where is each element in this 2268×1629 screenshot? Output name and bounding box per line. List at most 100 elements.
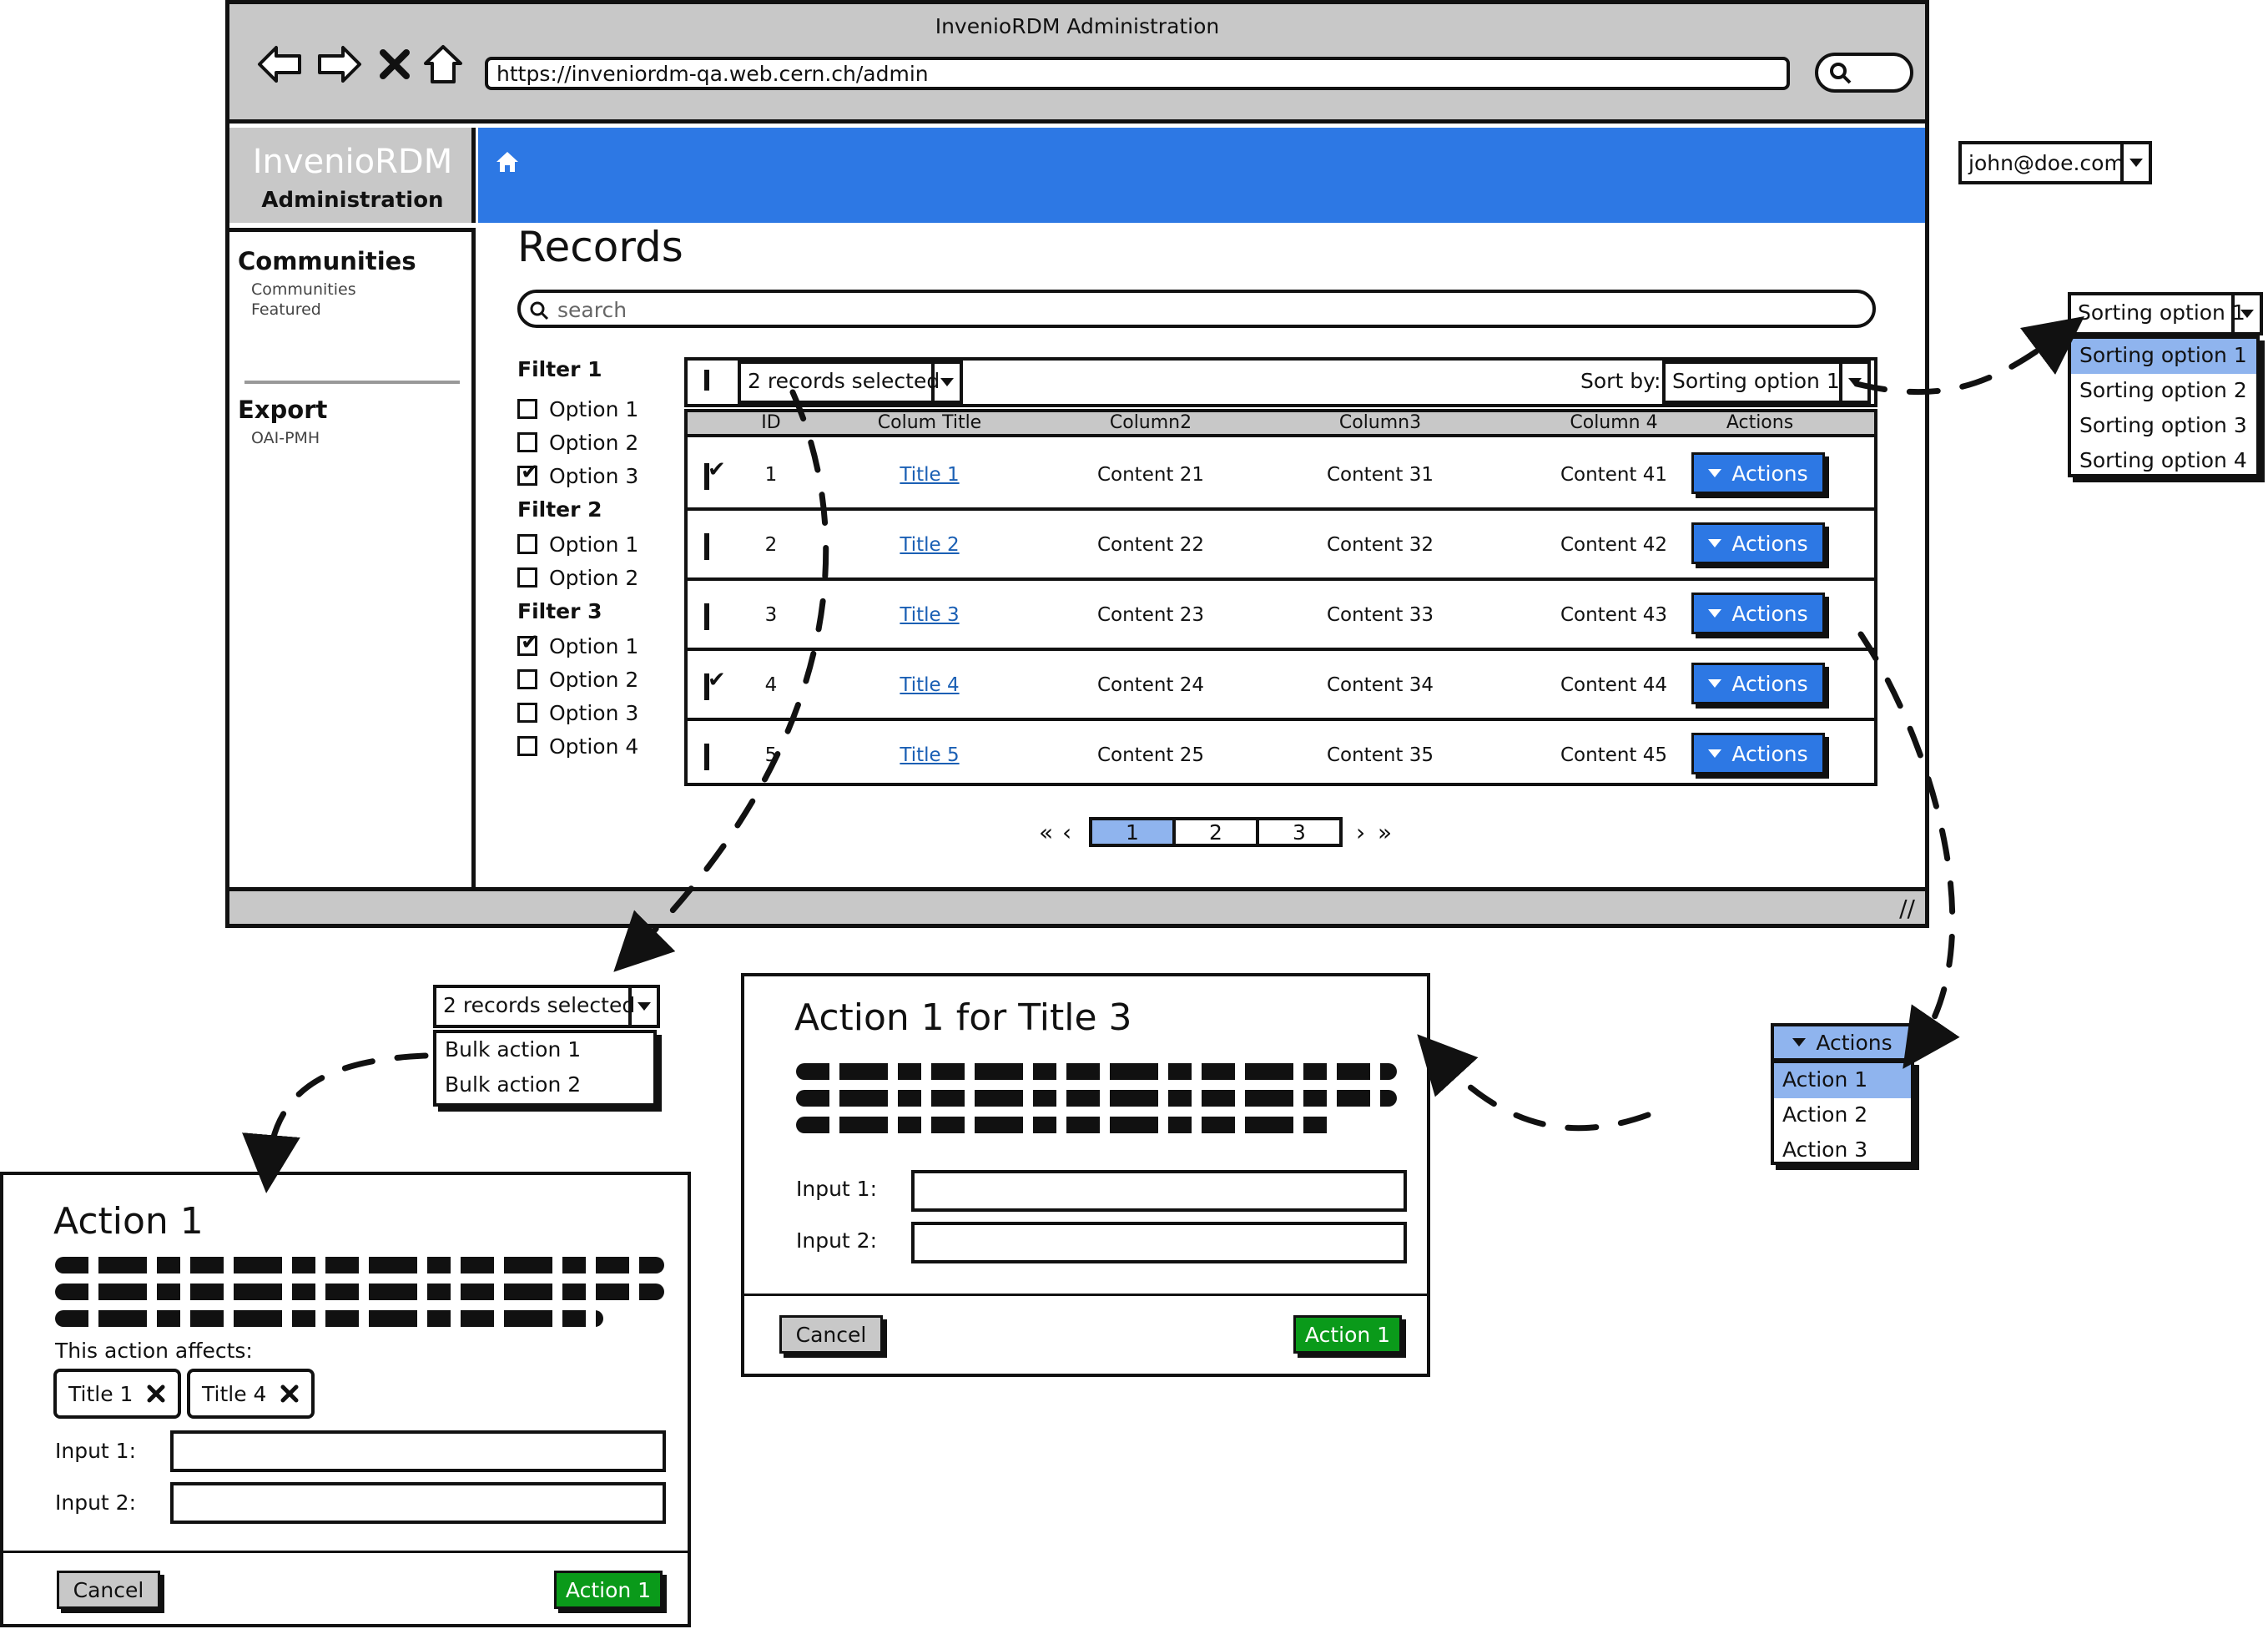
menu-item[interactable]: Sorting option 2	[2071, 374, 2256, 409]
checkbox[interactable]	[517, 534, 537, 554]
column-header[interactable]: ID	[738, 412, 804, 433]
filter-option[interactable]: Option 3	[517, 459, 676, 492]
address-bar[interactable]: https://inveniordm-qa.web.cern.ch/admin	[485, 57, 1790, 90]
remove-icon[interactable]	[146, 1384, 166, 1404]
filter-option[interactable]: Option 2	[517, 426, 676, 459]
column-header[interactable]: Column2	[1055, 412, 1247, 433]
bulk-selection-label: 2 records selected	[748, 369, 940, 393]
checkbox[interactable]	[517, 669, 537, 689]
menu-item[interactable]: Bulk action 1	[436, 1033, 653, 1068]
filter-option[interactable]: Option 2	[517, 561, 676, 594]
input-2-field[interactable]	[911, 1222, 1407, 1263]
row-cell: Content 22	[1096, 534, 1205, 556]
caret-down-icon	[1708, 469, 1722, 477]
pagination: « ‹ 1 2 3 › »	[1039, 815, 1401, 849]
bulk-selection-dropdown[interactable]: 2 records selected	[738, 361, 963, 404]
cancel-button[interactable]: Cancel	[57, 1571, 160, 1609]
sidebar-item-communities[interactable]: Communities	[251, 280, 356, 299]
bulk-dropdown-open[interactable]: 2 records selected	[433, 985, 660, 1028]
home-icon[interactable]	[420, 41, 466, 88]
bulk-selection-label: 2 records selected	[443, 993, 636, 1017]
browser-titlebar: InvenioRDM Administration https://inveni…	[229, 4, 1925, 124]
page-button[interactable]: 3	[1256, 817, 1343, 847]
close-icon[interactable]	[376, 41, 413, 88]
actions-dropdown-open[interactable]: Actions	[1771, 1023, 1914, 1062]
cancel-button[interactable]: Cancel	[779, 1315, 883, 1354]
row-cell: Content 45	[1560, 744, 1668, 766]
input-1-field[interactable]	[911, 1170, 1407, 1212]
column-header[interactable]: Column3	[1272, 412, 1489, 433]
menu-item[interactable]: Bulk action 2	[436, 1068, 653, 1103]
menu-item[interactable]: Sorting option 3	[2071, 409, 2256, 444]
prev-page-button[interactable]: ‹	[1062, 819, 1087, 846]
checkbox-checked[interactable]	[517, 630, 539, 656]
filter-heading: Filter 2	[517, 497, 602, 522]
row-title-link[interactable]: Title 5	[813, 744, 1046, 766]
menu-item[interactable]: Sorting option 1	[2071, 339, 2256, 374]
row-checkbox[interactable]	[704, 603, 709, 630]
confirm-action-button[interactable]: Action 1	[1293, 1315, 1402, 1354]
page-button[interactable]: 2	[1172, 817, 1259, 847]
filter-option-label: Option 1	[549, 633, 639, 658]
input-label: Input 2:	[796, 1228, 878, 1253]
row-checkbox[interactable]	[704, 533, 709, 560]
records-search-input[interactable]: search	[517, 290, 1876, 328]
row-actions-button[interactable]: Actions	[1691, 522, 1825, 564]
row-title-link[interactable]: Title 1	[813, 464, 1046, 486]
remove-icon[interactable]	[280, 1384, 300, 1404]
checkbox[interactable]	[517, 703, 537, 723]
sidebar-item-featured[interactable]: Featured	[251, 300, 321, 319]
filter-option[interactable]: Option 3	[517, 696, 676, 729]
checkbox[interactable]	[517, 736, 537, 756]
filter-option-label: Option 3	[549, 463, 639, 488]
checkbox[interactable]	[517, 567, 537, 588]
menu-item[interactable]: Sorting option 4	[2071, 444, 2256, 479]
back-icon[interactable]	[255, 41, 305, 88]
page-title: Records	[517, 223, 683, 271]
row-actions-button[interactable]: Actions	[1691, 452, 1825, 494]
column-header[interactable]: Colum Title	[813, 412, 1046, 433]
browser-search-field[interactable]	[1815, 53, 1913, 93]
sort-dropdown-open[interactable]: Sorting option 1	[2068, 292, 2263, 335]
first-page-button[interactable]: «	[1039, 819, 1062, 846]
sort-dropdown[interactable]: Sorting option 1	[1662, 361, 1871, 404]
last-page-button[interactable]: »	[1378, 819, 1401, 846]
filter-option-label: Option 4	[549, 734, 639, 759]
menu-item[interactable]: Action 1	[1774, 1063, 1911, 1098]
page-button[interactable]: 1	[1089, 817, 1176, 847]
chevron-down-icon	[1839, 364, 1867, 401]
filter-option[interactable]: Option 1	[517, 392, 676, 426]
row-title-link[interactable]: Title 3	[813, 604, 1046, 626]
checkbox[interactable]	[517, 399, 537, 419]
filter-option[interactable]: Option 1	[517, 629, 676, 663]
row-title-link[interactable]: Title 2	[813, 534, 1046, 556]
select-all-checkbox[interactable]	[704, 370, 709, 391]
sidebar-item-oai-pmh[interactable]: OAI-PMH	[251, 429, 320, 447]
forward-icon[interactable]	[315, 41, 365, 88]
row-checkbox-checked[interactable]	[704, 463, 709, 490]
brand-block[interactable]: InvenioRDM Administration	[229, 128, 476, 223]
table-row: 4 Title 4 Content 24 Content 34 Content …	[688, 651, 1874, 721]
row-title-link[interactable]: Title 4	[813, 674, 1046, 696]
row-checkbox-checked[interactable]	[704, 673, 709, 700]
filter-option[interactable]: Option 4	[517, 729, 676, 763]
resize-grip-icon[interactable]: //	[1899, 895, 1915, 922]
menu-item[interactable]: Action 2	[1774, 1098, 1911, 1133]
user-menu-dropdown[interactable]: john@doe.com	[1958, 141, 2152, 184]
row-actions-button[interactable]: Actions	[1691, 593, 1825, 634]
row-cell: Content 42	[1560, 534, 1668, 556]
menu-item[interactable]: Action 3	[1774, 1133, 1911, 1168]
filter-option[interactable]: Option 1	[517, 527, 676, 561]
checkbox-checked[interactable]	[517, 460, 539, 486]
home-icon[interactable]	[495, 149, 520, 178]
input-2-field[interactable]	[170, 1482, 666, 1524]
row-checkbox[interactable]	[704, 744, 709, 770]
row-actions-button[interactable]: Actions	[1691, 733, 1825, 774]
input-1-field[interactable]	[170, 1430, 666, 1472]
row-actions-button[interactable]: Actions	[1691, 663, 1825, 704]
filter-option[interactable]: Option 2	[517, 663, 676, 696]
confirm-action-button[interactable]: Action 1	[554, 1571, 663, 1609]
checkbox[interactable]	[517, 432, 537, 452]
sort-value: Sorting option 1	[1672, 369, 1840, 393]
next-page-button[interactable]: ›	[1356, 819, 1378, 846]
